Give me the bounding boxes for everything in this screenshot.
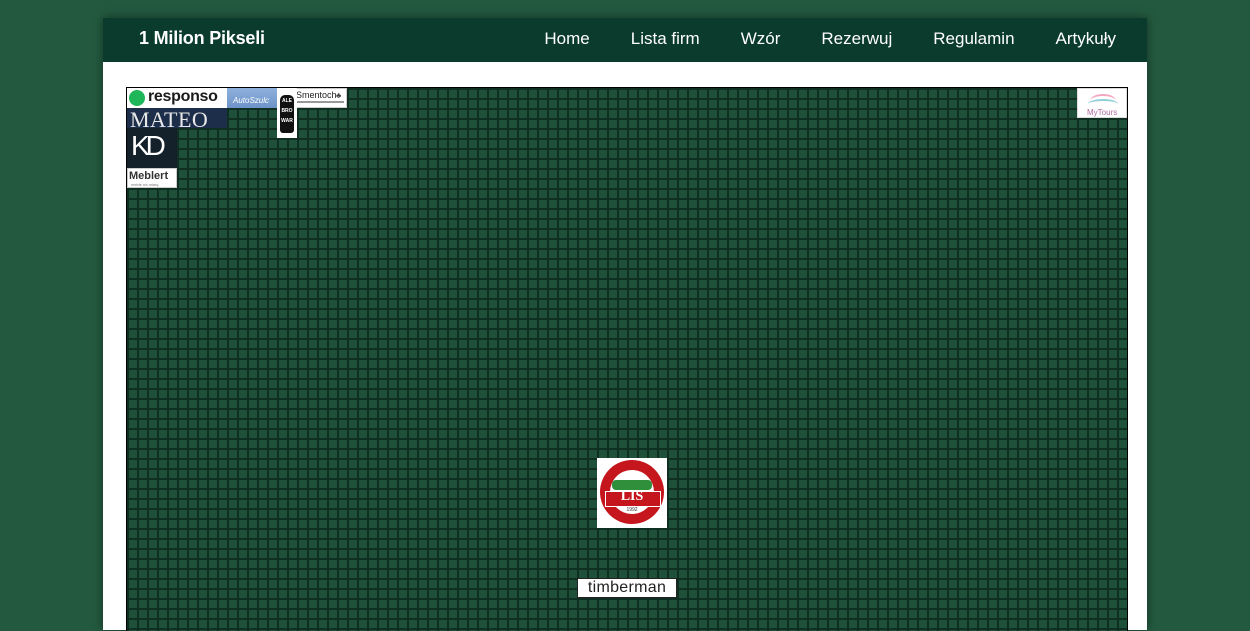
ad-responso[interactable]: responso	[127, 88, 227, 108]
tree-icon: ♣	[336, 91, 342, 100]
nav-link-regulamin[interactable]: Regulamin	[933, 29, 1014, 49]
ad-kd-label: KD	[131, 130, 166, 161]
ad-mytours-label: MyTours	[1087, 108, 1118, 117]
nav-menu: Home Lista firm Wzór Rezerwuj Regulamin …	[503, 29, 1116, 49]
ad-autoszulc[interactable]: AutoSzulc	[227, 88, 277, 108]
ad-meblert[interactable]: Meblert meble na miarę	[127, 168, 177, 188]
ad-responso-label: responso	[148, 88, 218, 105]
ad-lis[interactable]: LIS 1992	[597, 458, 667, 528]
alebrowar-line-1: ALE	[282, 98, 292, 104]
ad-meblert-label: Meblert	[129, 170, 169, 182]
ad-alebrowar[interactable]: ALE BRO WAR	[277, 88, 297, 138]
ad-timberman-label: timberman	[587, 579, 667, 596]
ad-lis-label: LIS	[620, 489, 644, 504]
ad-mateo-label: MATEO	[130, 108, 209, 128]
ad-lis-year: 1992	[626, 507, 638, 513]
site-brand[interactable]: 1 Milion Pikseli	[139, 28, 265, 49]
nav-link-wzor[interactable]: Wzór	[741, 29, 781, 49]
page-container: 1 Milion Pikseli Home Lista firm Wzór Re…	[103, 18, 1147, 631]
pixel-grid[interactable]: responso AutoSzulc Smentoch ♣ ALE BRO WA…	[126, 87, 1128, 631]
alebrowar-line-2: BRO	[281, 108, 293, 114]
ad-kd[interactable]: KD	[127, 128, 177, 168]
nav-link-rezerwuj[interactable]: Rezerwuj	[821, 29, 892, 49]
ad-meblert-sub: meble na miarę	[131, 182, 159, 187]
ad-smentoch-label: Smentoch	[296, 90, 337, 100]
alebrowar-line-3: WAR	[281, 118, 293, 124]
responso-logo-icon	[129, 90, 145, 106]
ad-timberman[interactable]: timberman	[577, 578, 677, 598]
nav-link-artykuly[interactable]: Artykuły	[1056, 29, 1116, 49]
ad-mateo[interactable]: MATEO	[127, 108, 227, 128]
nav-link-home[interactable]: Home	[544, 29, 589, 49]
ad-mytours[interactable]: MyTours	[1077, 88, 1127, 118]
navbar: 1 Milion Pikseli Home Lista firm Wzór Re…	[103, 18, 1147, 62]
nav-link-lista-firm[interactable]: Lista firm	[631, 29, 700, 49]
smentoch-subline	[296, 101, 344, 103]
ad-autoszulc-label: AutoSzulc	[233, 96, 270, 105]
